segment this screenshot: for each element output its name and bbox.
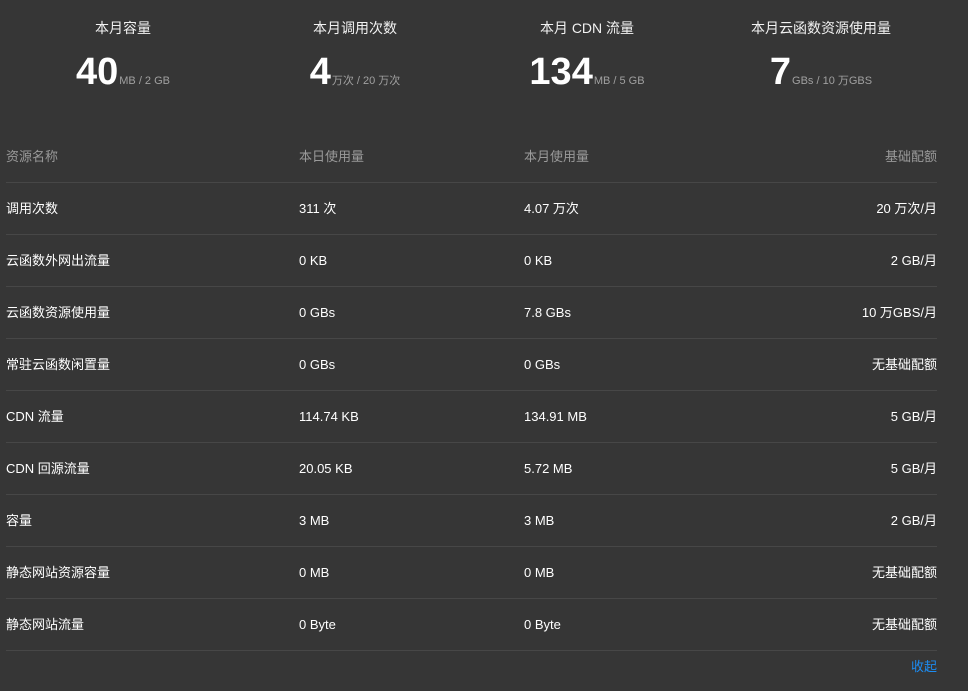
collapse-link[interactable]: 收起 xyxy=(911,656,937,675)
table-row: CDN 回源流量 20.05 KB 5.72 MB 5 GB/月 xyxy=(6,443,937,495)
month-usage: 7.8 GBs xyxy=(524,305,571,320)
column-header-name: 资源名称 xyxy=(6,149,59,164)
stat-value: 134 xyxy=(529,51,593,93)
resource-name: CDN 流量 xyxy=(6,409,64,424)
month-usage: 134.91 MB xyxy=(524,409,587,424)
usage-summary: 本月容量 40MB / 2 GB 本月调用次数 4万次 / 20 万次 本月 C… xyxy=(0,0,968,110)
base-quota: 2 GB/月 xyxy=(890,513,937,528)
table-header-row: 资源名称 本日使用量 本月使用量 基础配额 xyxy=(6,132,937,183)
month-usage: 0 MB xyxy=(524,565,555,580)
table-row: 云函数资源使用量 0 GBs 7.8 GBs 10 万GBS/月 xyxy=(6,287,937,339)
base-quota: 无基础配额 xyxy=(871,565,937,580)
stat-title: 本月 CDN 流量 xyxy=(539,20,635,36)
stat-value: 7 xyxy=(769,51,792,93)
resource-name: CDN 回源流量 xyxy=(6,461,90,476)
table-row: 静态网站流量 0 Byte 0 Byte 无基础配额 xyxy=(6,599,937,651)
table-row: 静态网站资源容量 0 MB 0 MB 无基础配额 xyxy=(6,547,937,599)
day-usage: 0 GBs xyxy=(299,357,336,372)
resource-name: 云函数外网出流量 xyxy=(6,253,111,268)
month-usage: 0 GBs xyxy=(524,357,561,372)
table-row: 云函数外网出流量 0 KB 0 KB 2 GB/月 xyxy=(6,235,937,287)
month-usage: 0 Byte xyxy=(524,617,561,632)
day-usage: 311 次 xyxy=(299,201,337,216)
table-row: CDN 流量 114.74 KB 134.91 MB 5 GB/月 xyxy=(6,391,937,443)
column-header-day: 本日使用量 xyxy=(299,149,365,164)
base-quota: 无基础配额 xyxy=(871,617,937,632)
stat-value: 40 xyxy=(75,51,119,93)
month-usage: 5.72 MB xyxy=(524,461,573,476)
table-row: 容量 3 MB 3 MB 2 GB/月 xyxy=(6,495,937,547)
day-usage: 114.74 KB xyxy=(299,409,359,424)
base-quota: 20 万次/月 xyxy=(876,201,937,216)
stat-unit: GBs / 10 万GBS xyxy=(792,75,873,87)
column-header-base: 基础配额 xyxy=(884,149,937,164)
day-usage: 0 GBs xyxy=(299,305,336,320)
table-row: 常驻云函数闲置量 0 GBs 0 GBs 无基础配额 xyxy=(6,339,937,391)
resource-name: 常驻云函数闲置量 xyxy=(6,357,111,372)
resource-usage-table: 资源名称 本日使用量 本月使用量 基础配额 调用次数 311 次 4.07 万次… xyxy=(6,132,937,651)
stat-value-line: 4万次 / 20 万次 xyxy=(245,51,465,94)
table-row: 调用次数 311 次 4.07 万次 20 万次/月 xyxy=(6,183,937,235)
stat-value-line: 134MB / 5 GB xyxy=(477,51,697,94)
stat-title: 本月调用次数 xyxy=(313,20,397,36)
table-body: 调用次数 311 次 4.07 万次 20 万次/月 云函数外网出流量 0 KB… xyxy=(6,183,937,651)
stat-unit: MB / 2 GB xyxy=(119,75,171,87)
stat-unit: 万次 / 20 万次 xyxy=(331,75,401,87)
month-usage: 0 KB xyxy=(524,253,553,268)
resource-name: 静态网站流量 xyxy=(6,617,85,632)
base-quota: 2 GB/月 xyxy=(890,253,937,268)
stat-unit: MB / 5 GB xyxy=(593,75,645,87)
stat-value: 4 xyxy=(309,51,331,93)
stat-title: 本月云函数资源使用量 xyxy=(751,20,891,36)
base-quota: 5 GB/月 xyxy=(890,461,937,476)
day-usage: 0 KB xyxy=(299,253,328,268)
resource-name: 容量 xyxy=(6,513,33,528)
month-usage: 3 MB xyxy=(524,513,555,528)
day-usage: 0 Byte xyxy=(299,617,336,632)
column-header-month: 本月使用量 xyxy=(524,149,590,164)
resource-name: 调用次数 xyxy=(6,201,59,216)
stat-value-line: 7GBs / 10 万GBS xyxy=(711,51,931,94)
day-usage: 3 MB xyxy=(299,513,330,528)
resource-name: 静态网站资源容量 xyxy=(6,565,111,580)
stat-value-line: 40MB / 2 GB xyxy=(13,51,233,94)
month-usage: 4.07 万次 xyxy=(524,201,579,216)
stat-title: 本月容量 xyxy=(95,20,151,36)
base-quota: 5 GB/月 xyxy=(890,409,937,424)
base-quota: 10 万GBS/月 xyxy=(861,305,937,320)
day-usage: 20.05 KB xyxy=(299,461,353,476)
base-quota: 无基础配额 xyxy=(871,357,937,372)
day-usage: 0 MB xyxy=(299,565,330,580)
resource-name: 云函数资源使用量 xyxy=(6,305,111,320)
